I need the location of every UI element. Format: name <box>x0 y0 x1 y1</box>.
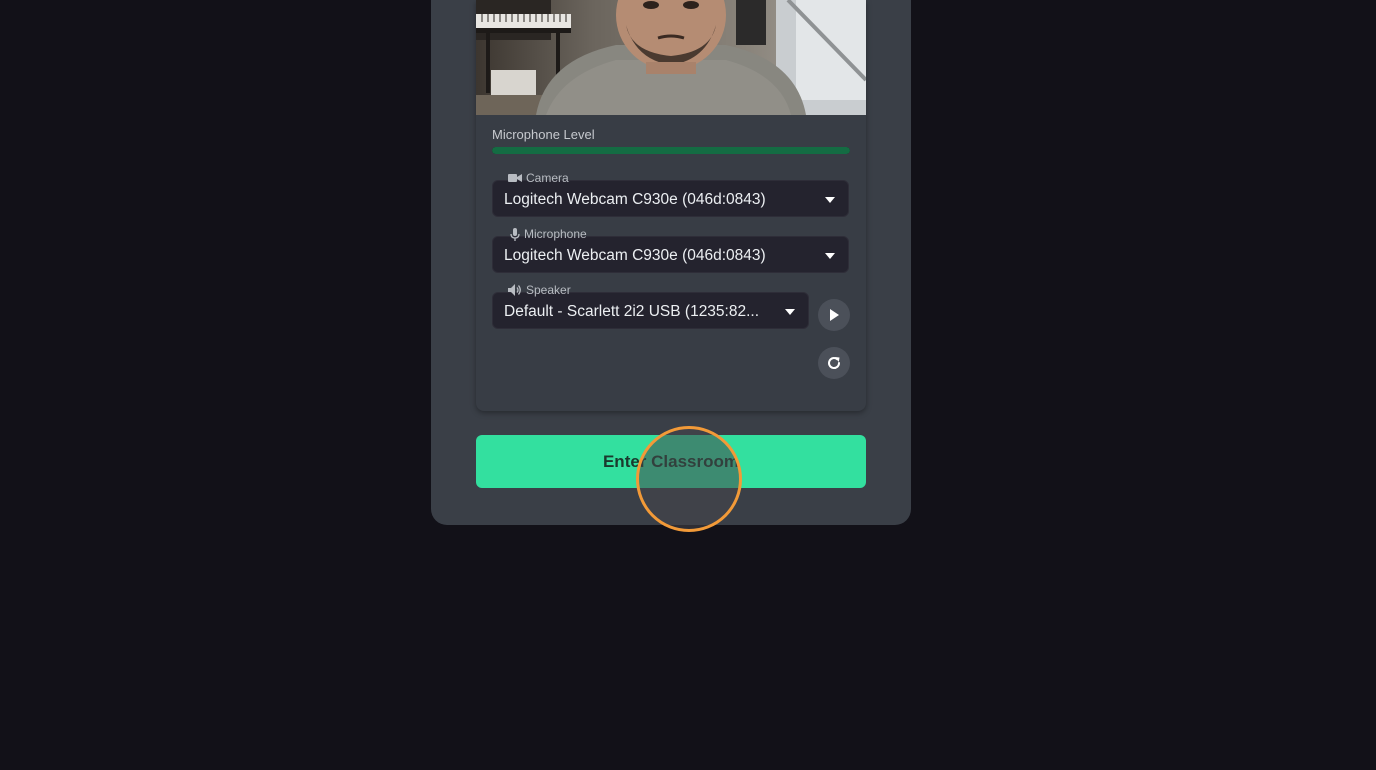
chevron-down-icon <box>785 309 795 315</box>
camera-label-text: Camera <box>526 171 569 185</box>
speaker-icon <box>508 284 521 296</box>
webcam-preview <box>476 0 866 115</box>
camera-icon <box>508 174 522 182</box>
chevron-down-icon <box>825 197 835 203</box>
microphone-level-fill <box>492 147 850 154</box>
camera-select[interactable]: Logitech Webcam C930e (046d:0843) <box>492 180 849 217</box>
microphone-select-label: Microphone <box>508 227 589 241</box>
speaker-select-value: Default - Scarlett 2i2 USB (1235:82... <box>504 303 760 320</box>
camera-select-value: Logitech Webcam C930e (046d:0843) <box>504 191 766 208</box>
webcam-person-image <box>476 0 866 115</box>
speaker-label-text: Speaker <box>526 283 571 297</box>
speaker-select[interactable]: Default - Scarlett 2i2 USB (1235:82... <box>492 292 809 329</box>
microphone-level-meter <box>492 147 850 154</box>
test-speaker-button[interactable] <box>818 299 850 331</box>
speaker-select-label: Speaker <box>506 283 573 297</box>
chevron-down-icon <box>825 253 835 259</box>
microphone-select[interactable]: Logitech Webcam C930e (046d:0843) <box>492 236 849 273</box>
refresh-devices-button[interactable] <box>818 347 850 379</box>
play-icon <box>830 309 839 321</box>
enter-classroom-button[interactable]: Enter Classroom <box>476 435 866 488</box>
microphone-level-label: Microphone Level <box>492 127 595 142</box>
microphone-select-value: Logitech Webcam C930e (046d:0843) <box>504 247 766 264</box>
camera-select-label: Camera <box>506 171 571 185</box>
microphone-label-text: Microphone <box>524 227 587 241</box>
microphone-icon <box>510 227 520 241</box>
enter-classroom-label: Enter Classroom <box>602 451 740 471</box>
refresh-icon <box>828 357 841 369</box>
